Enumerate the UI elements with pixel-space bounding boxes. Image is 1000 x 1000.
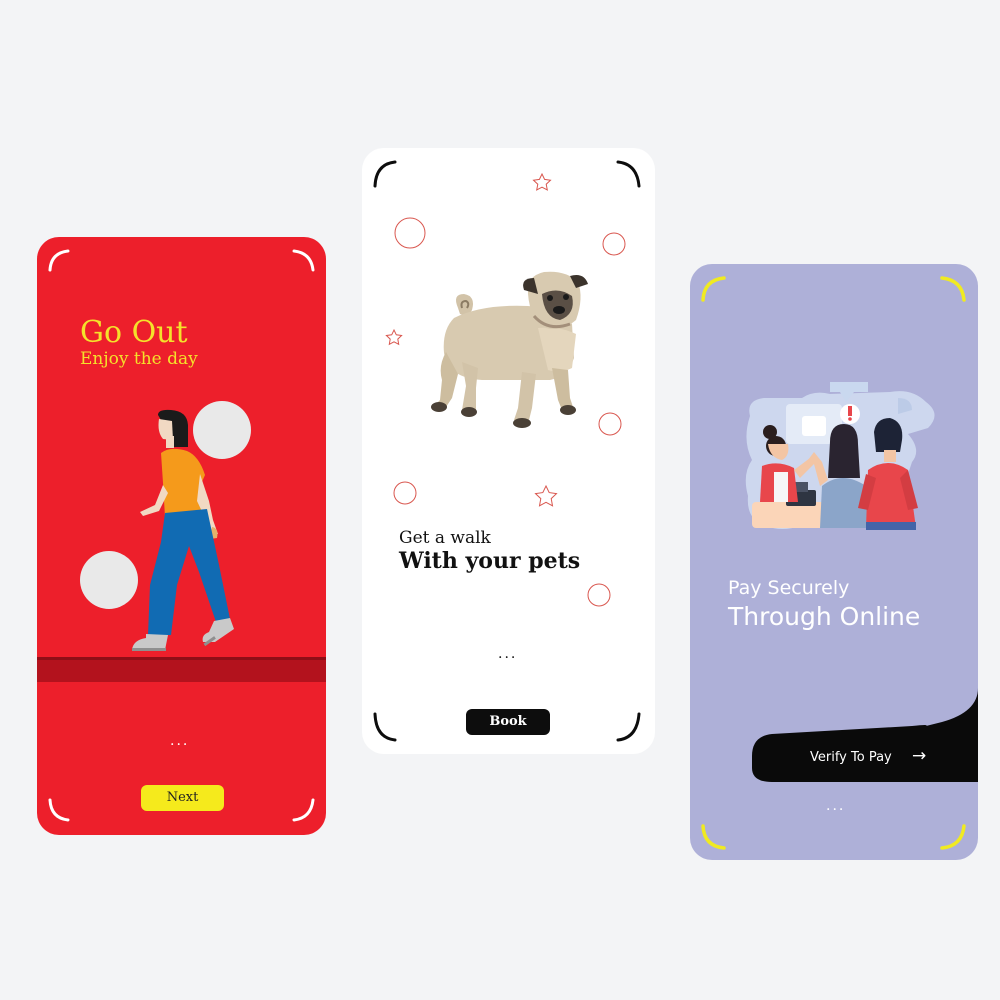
screen-line-1: Pay Securely — [728, 577, 850, 599]
decor-circle — [193, 401, 251, 459]
verify-to-pay-label: Verify To Pay — [810, 750, 892, 765]
pet-walk-illustration — [373, 160, 641, 742]
pager-dots[interactable]: ... — [170, 733, 189, 749]
onboarding-card-go-out: Go Out Enjoy the day ... Next — [37, 237, 326, 835]
onboarding-card-pet-walk: Get a walk With your pets ... Book — [362, 148, 655, 754]
onboarding-card-pay: Pay Securely Through Online Verify To Pa… — [690, 264, 978, 860]
screen-line-1: Get a walk — [399, 528, 491, 548]
next-button[interactable]: Next — [141, 785, 224, 811]
pager-dots[interactable]: ... — [498, 646, 517, 662]
decor-circle — [80, 551, 138, 609]
screen-line-2: Through Online — [728, 602, 921, 631]
screen-line-2: With your pets — [399, 548, 581, 574]
arrow-right-icon: → — [912, 746, 927, 766]
pager-dots[interactable]: ... — [826, 798, 845, 814]
book-button[interactable]: Book — [466, 709, 550, 735]
screen-subtitle: Enjoy the day — [80, 349, 198, 369]
screen-title: Go Out — [80, 315, 188, 350]
pug-dog-icon — [431, 271, 588, 428]
shop-checkout-icon — [745, 382, 935, 530]
floor-shadow — [37, 658, 326, 682]
